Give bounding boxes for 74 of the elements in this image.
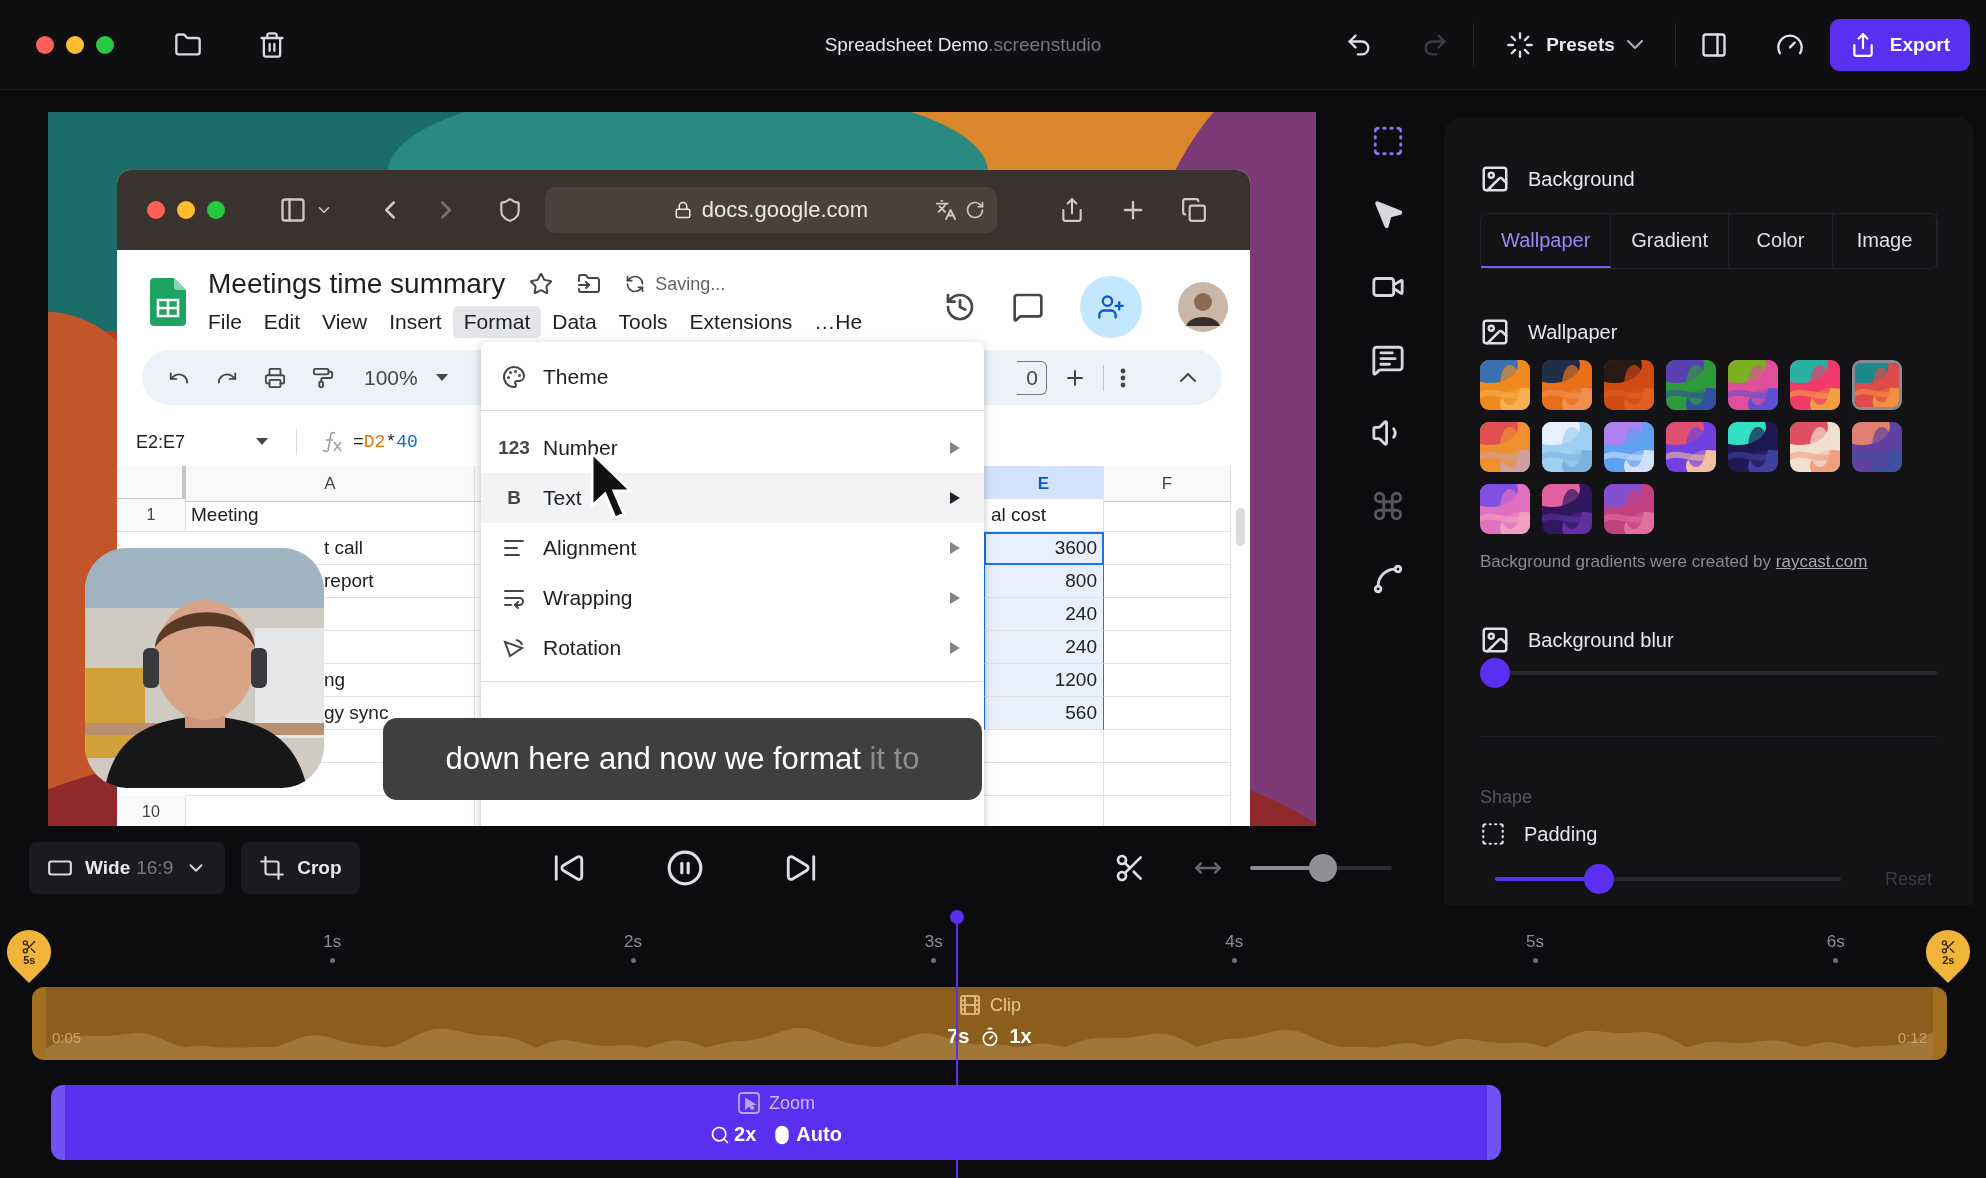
presets-button[interactable]: Presets xyxy=(1498,24,1651,65)
image-icon xyxy=(1480,164,1510,194)
slider-thumb[interactable] xyxy=(1583,864,1614,894)
folder-icon[interactable] xyxy=(174,30,202,59)
zoom-track[interactable]: Zoom 2x Auto xyxy=(51,1085,1501,1160)
section-title: Padding xyxy=(1524,822,1598,846)
clip-start-time: 0:05 xyxy=(52,1029,82,1046)
window-title: Spreadsheet Demo.screenstudio xyxy=(824,33,1103,56)
credit-text: Background gradients were created by raycast.com xyxy=(1480,552,1869,572)
path-icon[interactable] xyxy=(1371,562,1405,596)
scissors-icon xyxy=(21,938,37,955)
slider-thumb[interactable] xyxy=(1309,853,1338,882)
wallpaper-swatch[interactable] xyxy=(1852,422,1902,472)
zoom-scale: 2x xyxy=(734,1123,757,1146)
time-tick: 2s xyxy=(624,932,642,952)
padding-icon xyxy=(1480,821,1506,847)
sidebar-icon[interactable] xyxy=(1699,30,1728,59)
tab[interactable]: Image xyxy=(1833,214,1937,268)
film-icon xyxy=(958,993,982,1017)
wallpaper-swatch[interactable] xyxy=(1728,360,1778,410)
chevron-down-icon xyxy=(1626,40,1643,49)
clip-end-time: 0:12 xyxy=(1897,1029,1927,1046)
scissors-icon xyxy=(1940,938,1956,955)
crop-icon xyxy=(259,854,286,881)
wallpaper-swatch[interactable] xyxy=(1666,422,1716,472)
credit-link[interactable]: raycast.com xyxy=(1775,552,1868,571)
tab[interactable]: Color xyxy=(1729,214,1833,268)
track-label: Zoom xyxy=(769,1092,815,1114)
section-label: Shape xyxy=(1480,787,1534,808)
wallpaper-swatch[interactable] xyxy=(1790,360,1840,410)
track-label: Clip xyxy=(990,994,1021,1016)
time-tick: 4s xyxy=(1225,932,1244,952)
wallpaper-swatch[interactable] xyxy=(1666,360,1716,410)
section-title: Background xyxy=(1528,167,1635,191)
pause-icon[interactable] xyxy=(665,848,704,887)
captions-icon[interactable] xyxy=(1371,343,1405,377)
tab[interactable]: Wallpaper xyxy=(1481,214,1612,268)
wallpaper-swatch[interactable] xyxy=(1480,422,1530,472)
wallpaper-swatch[interactable] xyxy=(1728,422,1778,472)
wallpaper-swatch[interactable] xyxy=(1480,484,1530,534)
time-tick: 5s xyxy=(1526,932,1544,952)
wallpaper-swatch[interactable] xyxy=(1480,360,1530,410)
image-icon xyxy=(1480,625,1510,655)
wallpaper-swatch[interactable] xyxy=(1542,484,1592,534)
crop-button[interactable]: Crop xyxy=(241,841,360,894)
zoom-mode: Auto xyxy=(796,1123,842,1146)
clip-speed: 1x xyxy=(1009,1025,1032,1048)
time-tick: 3s xyxy=(924,932,943,952)
sparkle-icon xyxy=(1506,30,1535,59)
trim-duration: 5s xyxy=(22,954,36,966)
wallpaper-swatch[interactable] xyxy=(1542,360,1592,410)
frame-icon[interactable] xyxy=(1371,124,1405,158)
wallpaper-swatch[interactable] xyxy=(1604,360,1654,410)
close-button[interactable] xyxy=(36,35,54,54)
time-tick: 1s xyxy=(323,932,342,952)
minimize-button[interactable] xyxy=(66,35,84,54)
wallpaper-swatch[interactable] xyxy=(1604,422,1654,472)
slider-thumb[interactable] xyxy=(1480,658,1510,688)
maximize-button[interactable] xyxy=(96,35,114,54)
wallpaper-swatch[interactable] xyxy=(1542,422,1592,472)
aspect-ratio-button[interactable]: Wide 16:9 xyxy=(29,841,226,894)
tab[interactable]: Gradient xyxy=(1611,214,1729,268)
search-icon xyxy=(710,1124,731,1145)
trash-icon[interactable] xyxy=(258,30,286,59)
section-title: Background blur xyxy=(1528,628,1674,652)
wallpaper-swatch[interactable] xyxy=(1604,484,1654,534)
time-tick: 6s xyxy=(1826,932,1845,952)
section-title: Wallpaper xyxy=(1528,320,1618,344)
wallpaper-swatch[interactable] xyxy=(1790,422,1840,472)
trim-duration: 2s xyxy=(1941,954,1955,966)
image-icon xyxy=(1480,317,1510,347)
wallpaper-swatch[interactable] xyxy=(1852,360,1902,410)
zoom-area-icon xyxy=(737,1091,761,1115)
export-button[interactable]: Export xyxy=(1829,18,1970,71)
